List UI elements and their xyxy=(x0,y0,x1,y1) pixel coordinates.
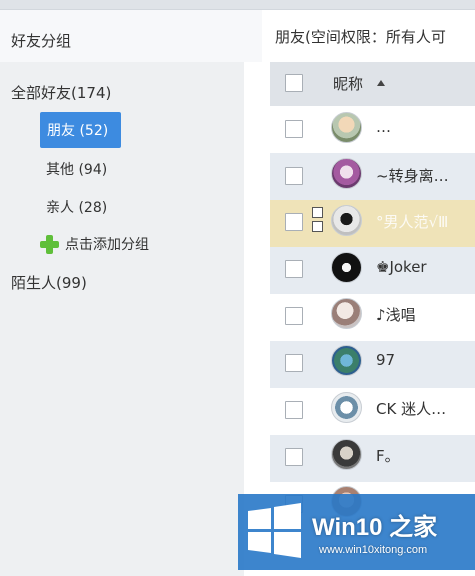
friend-checkbox[interactable] xyxy=(285,401,303,419)
group-strangers[interactable]: 陌生人(99) xyxy=(11,272,87,293)
avatar xyxy=(331,112,362,143)
avatar xyxy=(331,392,362,423)
select-all-checkbox[interactable] xyxy=(285,74,303,92)
friend-nickname: … xyxy=(376,118,391,136)
watermark-url: www.win10xitong.com xyxy=(319,544,428,556)
windows-logo-icon xyxy=(248,503,301,558)
friend-checkbox[interactable] xyxy=(285,167,303,185)
group-panel-title: 好友分组 xyxy=(11,32,72,50)
sort-ascending-icon[interactable] xyxy=(377,80,385,86)
avatar xyxy=(331,298,362,329)
window-top-strip xyxy=(0,0,475,10)
avatar xyxy=(331,158,362,189)
group-all-friends[interactable]: 全部好友(174) xyxy=(11,82,111,103)
avatar xyxy=(331,205,362,236)
friend-checkbox[interactable] xyxy=(285,307,303,325)
profile-card-icon[interactable] xyxy=(312,207,323,218)
watermark-brand: Win10 之家 xyxy=(312,514,438,541)
friend-checkbox[interactable] xyxy=(285,260,303,278)
plus-icon xyxy=(40,234,59,254)
friend-checkbox[interactable] xyxy=(285,448,303,466)
group-item-family[interactable]: 亲人 (28) xyxy=(46,197,107,217)
avatar xyxy=(331,345,362,376)
row-action-icons[interactable] xyxy=(312,207,324,235)
friend-list-title: 朋友(空间权限：所有人可 xyxy=(275,28,446,46)
group-panel xyxy=(0,62,244,576)
nickname-column-header[interactable]: 昵称 xyxy=(333,73,363,94)
friend-nickname: CK 迷人… xyxy=(376,400,447,418)
friend-nickname: 97 xyxy=(376,351,396,369)
message-icon[interactable] xyxy=(312,221,323,232)
friend-nickname: ♪浅唱 xyxy=(376,306,416,324)
friend-nickname: ~转身离… xyxy=(376,167,449,185)
friend-nickname: ♚Joker xyxy=(376,258,427,276)
friend-checkbox[interactable] xyxy=(285,354,303,372)
add-group-button[interactable]: 点击添加分组 xyxy=(40,234,149,254)
avatar xyxy=(331,252,362,283)
group-item-other[interactable]: 其他 (94) xyxy=(46,159,107,179)
friend-checkbox[interactable] xyxy=(285,213,303,231)
group-item-friends[interactable]: 朋友 (52) xyxy=(40,112,121,148)
friend-checkbox[interactable] xyxy=(285,120,303,138)
friend-nickname: °男人范√Ⅲ xyxy=(376,213,449,231)
friend-nickname: F。 xyxy=(376,447,400,465)
add-group-label: 点击添加分组 xyxy=(65,237,149,253)
group-item-label: 朋友 (52) xyxy=(47,123,109,139)
avatar xyxy=(331,439,362,470)
